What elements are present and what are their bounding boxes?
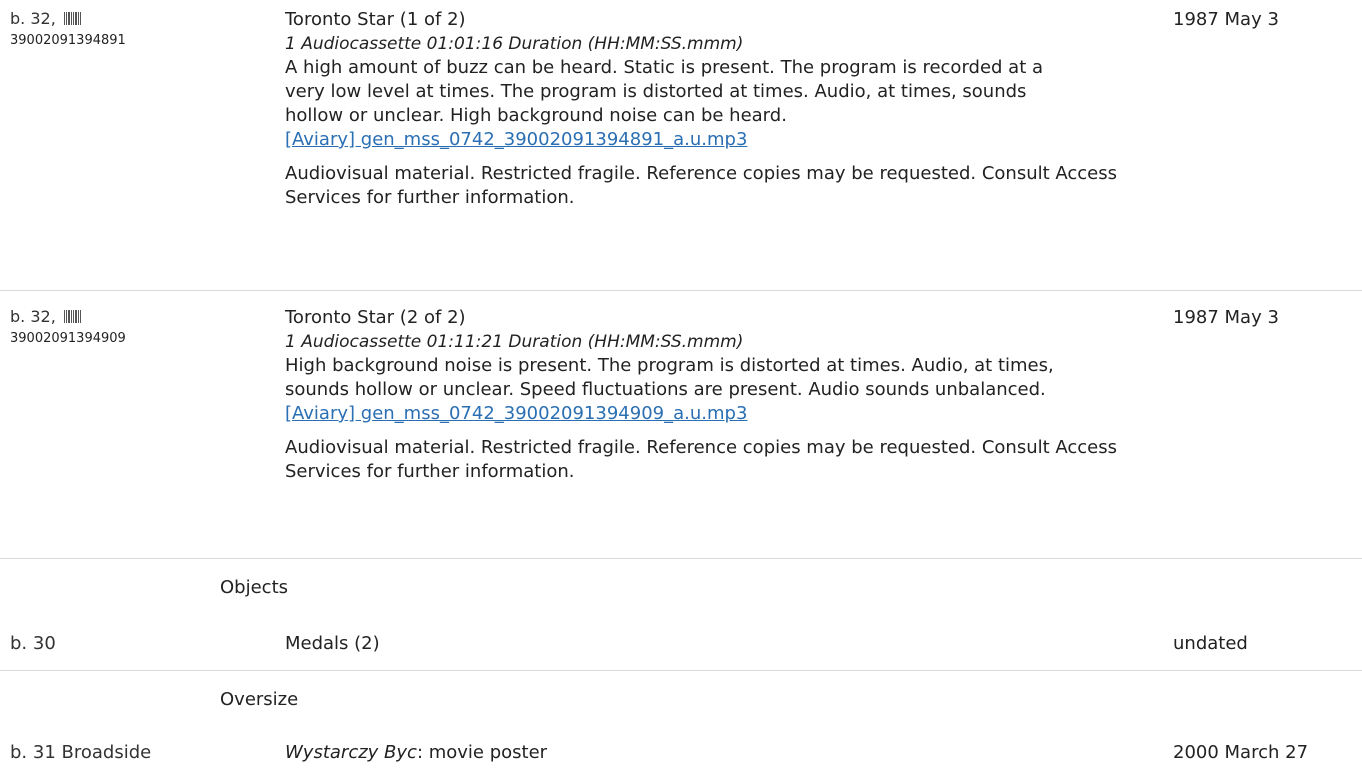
box-number: b. 32, — [10, 307, 56, 326]
row-divider — [0, 670, 1362, 671]
condition-note: A high amount of buzz can be heard. Stat… — [285, 57, 1044, 126]
section-heading-oversize: Oversize — [220, 689, 299, 710]
access-note: Audiovisual material. Restricted fragile… — [285, 437, 1117, 482]
container-location: b. 31 Broadside — [10, 742, 152, 763]
container-location: b. 30 — [10, 633, 56, 654]
item-date: 1987 May 3 — [1173, 9, 1279, 30]
physical-description: 1 Audiocassette 01:01:16 Duration (HH:MM… — [285, 34, 744, 54]
aviary-audio-link[interactable]: [Aviary] gen_mss_0742_39002091394891_a.u… — [285, 129, 747, 150]
condition-note: High background noise is present. The pr… — [285, 355, 1054, 400]
item-date: 1987 May 3 — [1173, 307, 1279, 328]
finding-aid-page: b. 32, 39002091394891 Toronto Star (1 of… — [0, 0, 1362, 774]
barcode-icon — [63, 12, 81, 25]
section-heading-objects: Objects — [220, 577, 289, 598]
row-divider — [0, 290, 1362, 291]
item-description: Toronto Star (1 of 2) 1 Audiocassette 01… — [285, 8, 1165, 210]
item-title: Medals (2) — [285, 633, 380, 654]
title-italic: Wystarczy Byc — [285, 742, 417, 763]
item-date: undated — [1173, 633, 1248, 654]
access-note: Audiovisual material. Restricted fragile… — [285, 163, 1117, 208]
barcode-number: 39002091394909 — [10, 331, 126, 346]
title-rest: : movie poster — [416, 742, 548, 763]
barcode-number: 39002091394891 — [10, 33, 126, 48]
row-divider — [0, 558, 1362, 559]
box-number: b. 32, — [10, 9, 56, 28]
item-title: Wystarczy Byc: movie poster — [285, 741, 547, 765]
item-title: Toronto Star (2 of 2) — [285, 307, 466, 328]
item-title: Toronto Star (1 of 2) — [285, 9, 466, 30]
item-date: 2000 March 27 — [1173, 742, 1309, 763]
container-location: b. 32, 39002091394891 — [10, 8, 126, 50]
item-description: Toronto Star (2 of 2) 1 Audiocassette 01… — [285, 306, 1165, 484]
aviary-audio-link[interactable]: [Aviary] gen_mss_0742_39002091394909_a.u… — [285, 403, 747, 424]
physical-description: 1 Audiocassette 01:11:21 Duration (HH:MM… — [285, 332, 744, 352]
container-location: b. 32, 39002091394909 — [10, 306, 126, 348]
barcode-icon — [63, 310, 81, 323]
